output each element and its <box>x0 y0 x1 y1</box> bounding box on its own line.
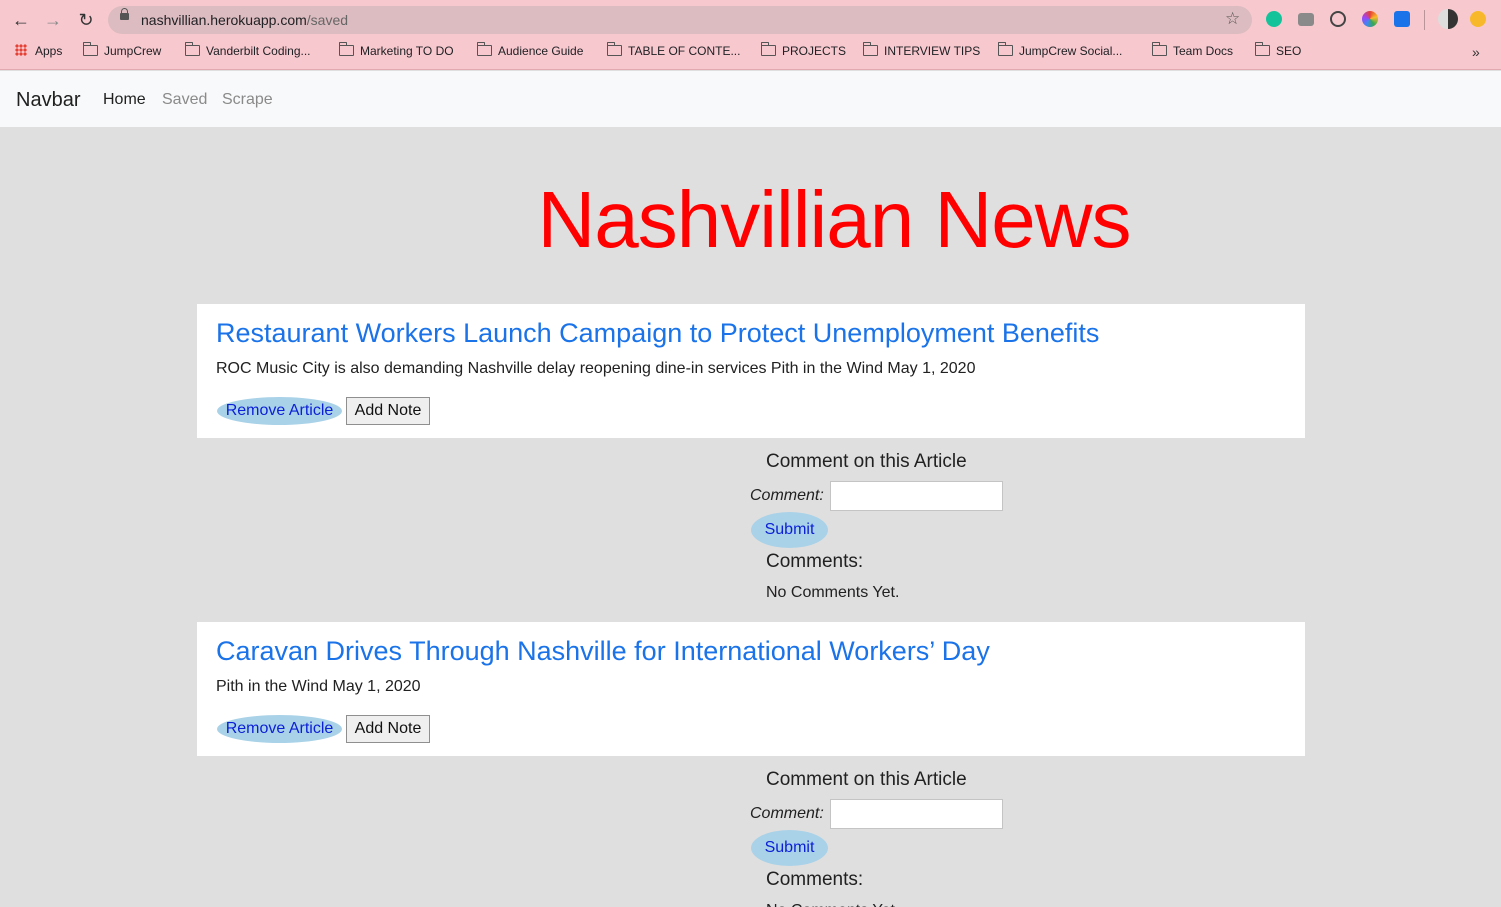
bookmark-label: INTERVIEW TIPS <box>884 44 981 58</box>
comments-heading: Comments: <box>766 869 864 890</box>
nav-link-scrape[interactable]: Scrape <box>222 91 273 109</box>
comment-section: Comment on this Article Comment: Submit … <box>750 768 1050 907</box>
folder-icon <box>476 42 492 56</box>
url-host: nashvillian.herokuapp.com <box>141 12 307 28</box>
folder-icon <box>184 42 200 56</box>
bookmark-team-docs[interactable]: Team Docs <box>1151 42 1234 58</box>
folder-icon <box>1254 42 1270 56</box>
folder-icon <box>606 42 622 56</box>
lock-icon <box>120 8 129 20</box>
bookmark-apps[interactable]: Apps <box>15 44 62 58</box>
remove-article-button[interactable]: Remove Article <box>217 715 342 743</box>
reload-icon[interactable]: ↻ <box>74 8 98 32</box>
add-note-button[interactable]: Add Note <box>346 397 430 425</box>
extension-icon[interactable] <box>1470 11 1486 27</box>
folder-icon <box>862 42 878 56</box>
article-summary: Pith in the Wind May 1, 2020 <box>216 678 421 695</box>
page-title: Nashvillian News <box>537 175 1131 264</box>
no-comments-text: No Comments Yet. <box>766 902 899 907</box>
bookmark-interview-tips[interactable]: INTERVIEW TIPS <box>862 42 981 58</box>
profile-avatar[interactable] <box>1438 9 1458 29</box>
bookmarks-overflow-icon[interactable]: » <box>1472 44 1480 60</box>
comment-label: Comment: <box>750 487 824 504</box>
bookmark-label: Vanderbilt Coding... <box>206 44 311 58</box>
submit-comment-button[interactable]: Submit <box>751 830 828 866</box>
bookmark-star-icon[interactable]: ☆ <box>1225 9 1240 29</box>
bookmark-jumpcrew-social[interactable]: JumpCrew Social... <box>997 42 1123 58</box>
browser-chrome: ← → ↻ nashvillian.herokuapp.com/saved ☆ … <box>0 0 1501 70</box>
comment-label: Comment: <box>750 805 824 822</box>
comment-section-title: Comment on this Article <box>766 769 967 790</box>
submit-comment-button[interactable]: Submit <box>751 512 828 548</box>
remove-article-button[interactable]: Remove Article <box>217 397 342 425</box>
toolbar-divider <box>1424 10 1425 30</box>
no-comments-text: No Comments Yet. <box>766 584 900 601</box>
bookmark-label: Apps <box>35 44 63 58</box>
bookmark-jumpcrew[interactable]: JumpCrew <box>82 42 162 58</box>
bookmark-label: Audience Guide <box>498 44 584 58</box>
navbar-brand[interactable]: Navbar <box>16 89 80 112</box>
nav-link-home[interactable]: Home <box>103 91 146 109</box>
url-path: /saved <box>306 12 349 28</box>
article-card: Restaurant Workers Launch Campaign to Pr… <box>197 304 1305 438</box>
folder-icon <box>82 42 98 56</box>
camera-extension-icon[interactable] <box>1298 13 1314 26</box>
article-summary: ROC Music City is also demanding Nashvil… <box>216 360 976 377</box>
comments-heading: Comments: <box>766 551 864 572</box>
folder-icon <box>338 42 354 56</box>
comment-section-title: Comment on this Article <box>766 451 967 472</box>
info-extension-icon[interactable] <box>1330 11 1346 27</box>
bookmark-label: Marketing TO DO <box>360 44 454 58</box>
bookmark-vanderbilt-coding[interactable]: Vanderbilt Coding... <box>184 42 311 58</box>
folder-icon <box>997 42 1013 56</box>
comment-section: Comment on this Article Comment: Submit … <box>750 450 1050 610</box>
bookmark-label: Team Docs <box>1173 44 1234 58</box>
bookmark-label: JumpCrew <box>104 44 162 58</box>
article-title-link[interactable]: Caravan Drives Through Nashville for Int… <box>216 636 990 667</box>
bookmark-audience-guide[interactable]: Audience Guide <box>476 42 584 58</box>
add-note-button[interactable]: Add Note <box>346 715 430 743</box>
apps-grid-icon <box>15 44 27 56</box>
grammarly-extension-icon[interactable] <box>1266 11 1282 27</box>
folder-icon <box>1151 42 1167 56</box>
bookmarks-bar: Apps JumpCrew Vanderbilt Coding... Marke… <box>0 40 1501 64</box>
bookmark-label: SEO <box>1276 44 1302 58</box>
folder-icon <box>760 42 776 56</box>
bookmark-marketing-todo[interactable]: Marketing TO DO <box>338 42 454 58</box>
nav-link-saved[interactable]: Saved <box>162 91 207 109</box>
bookmark-seo[interactable]: SEO <box>1254 42 1302 58</box>
bookmark-label: PROJECTS <box>782 44 847 58</box>
article-title-link[interactable]: Restaurant Workers Launch Campaign to Pr… <box>216 318 1099 349</box>
bookmark-label: TABLE OF CONTE... <box>628 44 741 58</box>
forward-arrow-icon[interactable]: → <box>41 8 65 32</box>
back-arrow-icon[interactable]: ← <box>9 8 33 32</box>
s-extension-icon[interactable] <box>1394 11 1410 27</box>
comment-input[interactable] <box>830 799 1003 829</box>
color-picker-extension-icon[interactable] <box>1362 11 1378 27</box>
bookmark-table-of-contents[interactable]: TABLE OF CONTE... <box>606 42 741 58</box>
site-navbar: Navbar Home Saved Scrape <box>0 71 1501 127</box>
bookmark-projects[interactable]: PROJECTS <box>760 42 847 58</box>
url-text[interactable]: nashvillian.herokuapp.com/saved <box>141 12 348 28</box>
comment-input[interactable] <box>830 481 1003 511</box>
bookmark-label: JumpCrew Social... <box>1019 44 1123 58</box>
article-card: Caravan Drives Through Nashville for Int… <box>197 622 1305 756</box>
